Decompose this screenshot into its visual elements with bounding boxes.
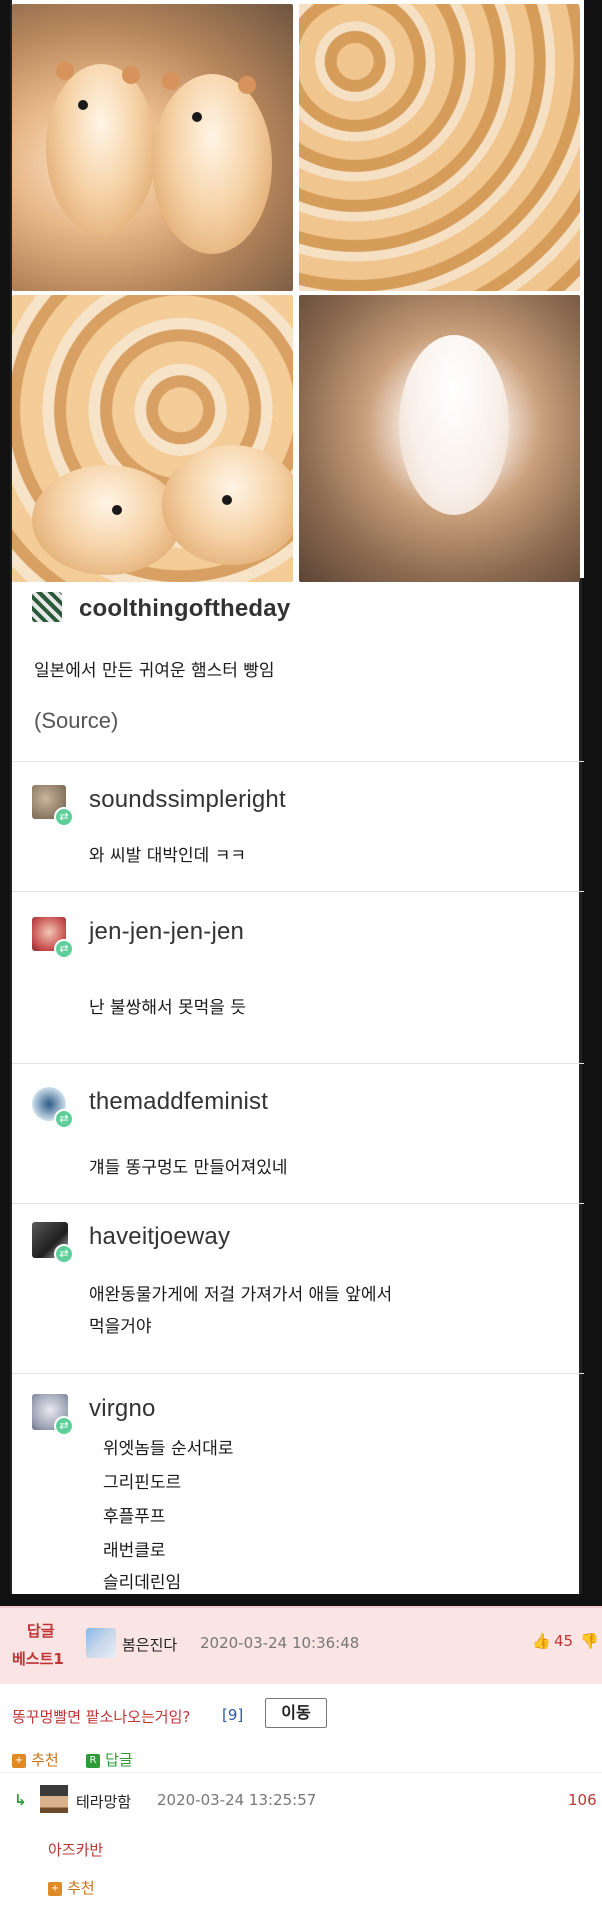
reply-text: 아즈카반 [48, 1841, 104, 1859]
username[interactable]: haveitjoeway [89, 1223, 230, 1251]
username[interactable]: coolthingoftheday [79, 595, 290, 623]
like-count: 45 [554, 1632, 574, 1650]
comment-author[interactable]: 테라망함 [76, 1791, 131, 1812]
photo-baked-hamster-rows[interactable] [12, 295, 293, 582]
reblog-entry: ⇄ virgno 위엣놈들 순서대로 그리핀도르 후플푸프 래번클로 슬리데린임 [12, 1390, 584, 1593]
recommend-button[interactable]: + 추천 [12, 1749, 59, 1770]
like-count: 106 [568, 1791, 597, 1809]
photo-two-hamster-breads[interactable] [12, 4, 293, 291]
thumbs-up-icon[interactable]: 👍 [532, 1632, 551, 1650]
reblog-icon: ⇄ [54, 1416, 74, 1436]
avatar[interactable] [32, 592, 62, 622]
move-button[interactable]: 이동 [265, 1698, 327, 1728]
best-rank-label: 베스트1 [12, 1650, 64, 1668]
reply-label: 답글 [105, 1751, 133, 1769]
reblog-entry: ⇄ haveitjoeway 애완동물가게에 저걸 가져가서 애들 앞에서 먹을… [12, 1218, 584, 1373]
reblog-text-line: 래번클로 [103, 1541, 166, 1561]
reply-icon: R [86, 1753, 100, 1768]
best-comment-header: 답글 베스트1 봄은진다 2020-03-24 10:36:48 👍 45 👎 [0, 1606, 602, 1684]
comment-section: 답글 베스트1 봄은진다 2020-03-24 10:36:48 👍 45 👎 … [0, 1606, 602, 1909]
photo-hamster-bread-tray[interactable] [299, 4, 580, 291]
reblog-text-line: 슬리데린임 [103, 1573, 182, 1593]
avatar[interactable] [40, 1785, 68, 1813]
best-comment-text: 똥꾸멍빨면 팥소나오는거임? [12, 1708, 191, 1726]
reblog-entry: ⇄ jen-jen-jen-jen 난 불쌍해서 못먹을 듯 [12, 913, 584, 1063]
post-caption: 일본에서 만든 귀여운 햄스터 빵임 [34, 661, 275, 681]
reblog-text-line: 후플푸프 [103, 1507, 166, 1527]
username[interactable]: jen-jen-jen-jen [89, 918, 244, 946]
divider [12, 891, 584, 892]
source-link[interactable]: (Source) [34, 708, 118, 734]
reply-arrow-icon: ↳ [14, 1791, 27, 1809]
reblog-icon: ⇄ [54, 1109, 74, 1129]
comment-timestamp: 2020-03-24 10:36:48 [200, 1634, 360, 1652]
thumbs-down-icon[interactable]: 👎 [580, 1632, 599, 1650]
username[interactable]: themaddfeminist [89, 1088, 268, 1116]
comment-timestamp: 2020-03-24 13:25:57 [157, 1791, 317, 1809]
nested-reply: ↳ 테라망함 2020-03-24 13:25:57 106 아즈카반 + 추천 [0, 1772, 602, 1907]
reblog-entry: ⇄ soundssimpleright 와 씨발 대박인데 ㅋㅋ [12, 781, 584, 891]
username[interactable]: virgno [89, 1395, 156, 1423]
reply-button[interactable]: R 답글 [86, 1749, 133, 1770]
op-entry: coolthingoftheday 일본에서 만든 귀여운 햄스터 빵임 (So… [12, 590, 584, 740]
hamster-bread-photo-grid [12, 0, 584, 582]
divider [12, 1063, 584, 1064]
photo-hand-holding-hamster-bread[interactable] [299, 295, 580, 582]
avatar[interactable] [86, 1628, 116, 1658]
reblog-entry: ⇄ themaddfeminist 걔들 똥구멍도 만들어져있네 [12, 1083, 584, 1203]
recommend-label: 추천 [67, 1879, 95, 1897]
reblog-text-line: 먹을거야 [89, 1317, 152, 1337]
username[interactable]: soundssimpleright [89, 786, 286, 814]
reblog-text-line: 애완동물가게에 저걸 가져가서 애들 앞에서 [89, 1285, 393, 1305]
reblog-text: 난 불쌍해서 못먹을 듯 [89, 998, 246, 1018]
reblog-icon: ⇄ [54, 939, 74, 959]
reply-count[interactable]: [9] [222, 1706, 243, 1724]
best-reply-label: 답글 [27, 1622, 55, 1640]
divider [12, 1373, 584, 1374]
plus-icon: + [12, 1753, 26, 1768]
reblog-icon: ⇄ [54, 1244, 74, 1264]
comment-author[interactable]: 봄은진다 [122, 1634, 177, 1655]
reblog-text-line: 그리핀도르 [103, 1473, 182, 1493]
plus-icon: + [48, 1881, 62, 1896]
recommend-button[interactable]: + 추천 [48, 1877, 95, 1898]
recommend-label: 추천 [31, 1751, 59, 1769]
reblog-text: 걔들 똥구멍도 만들어져있네 [89, 1158, 288, 1178]
tumblr-post: coolthingoftheday 일본에서 만든 귀여운 햄스터 빵임 (So… [10, 0, 584, 1594]
reblog-icon: ⇄ [54, 807, 74, 827]
divider [12, 1203, 584, 1204]
divider [12, 761, 584, 762]
reblog-text-line: 위엣놈들 순서대로 [103, 1439, 234, 1459]
reblog-text: 와 씨발 대박인데 ㅋㅋ [89, 846, 246, 866]
